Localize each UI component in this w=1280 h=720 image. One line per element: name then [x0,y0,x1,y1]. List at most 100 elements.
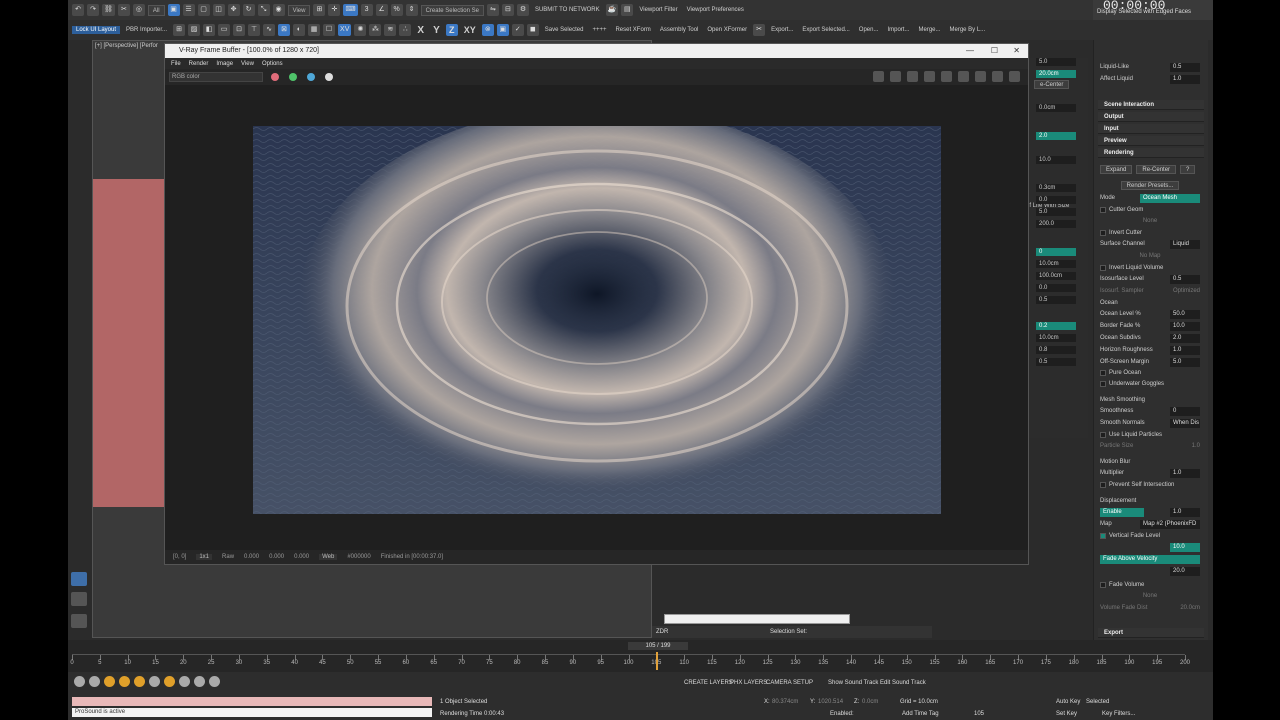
sun-icon[interactable] [119,676,130,687]
section-output[interactable]: Output [1098,112,1204,122]
light-icon[interactable] [104,676,115,687]
schematic-icon[interactable]: ⊠ [278,24,291,36]
scale-icon[interactable]: ⤡ [257,4,270,16]
material-icon[interactable]: ◧ [203,24,216,36]
set-key-button[interactable]: Set Key [1056,711,1077,717]
merge-by-button[interactable]: Merge By L... [947,27,989,33]
re-center-button[interactable]: e-Center [1034,80,1070,89]
plus-button[interactable]: ++++ [589,27,609,33]
xv-icon[interactable]: XV [338,24,352,36]
spinner-snap-icon[interactable]: ⇕ [405,4,418,16]
render-frame-icon[interactable]: ▤ [621,4,634,16]
undo-icon[interactable]: ↶ [72,4,84,16]
mid-panel-value[interactable]: 0.0 [1036,196,1076,204]
z-coordinate-field[interactable]: 0.0cm [862,699,878,705]
no-map-button[interactable]: No Map [1139,253,1160,259]
layout-tab-icon[interactable] [71,572,87,586]
section-rendering[interactable]: Rendering [1098,148,1204,158]
plant-icon[interactable] [194,676,205,687]
axis-xy-button[interactable]: XY [461,25,479,35]
mid-panel-value[interactable]: 0.8 [1036,346,1076,354]
render-frame-window-icon[interactable]: ▦ [308,24,321,36]
offscreen-margin-value[interactable]: 5.0 [1170,357,1200,367]
region-icon[interactable] [941,71,952,82]
ocean-level-value[interactable]: 50.0 [1170,309,1200,319]
pbr-importer-button[interactable]: PBR Importer... [123,27,170,33]
green-channel-icon[interactable] [289,73,297,81]
section-scene-interaction[interactable]: Scene Interaction [1098,100,1204,110]
cloner-icon[interactable]: ⁂ [369,24,382,36]
viewport-preferences-button[interactable]: Viewport Preferences [684,7,747,13]
reference-coordinate-dropdown[interactable]: View [287,4,311,16]
maxscript-listener-bar[interactable] [72,697,432,706]
menu-image[interactable]: Image [216,61,233,67]
volume-fade-dist-value[interactable]: 20.0cm [1180,605,1200,611]
particle-size-value[interactable]: 1.0 [1192,443,1200,449]
fade-volume-checkbox[interactable] [1100,582,1106,588]
select-manipulate-icon[interactable]: ✛ [328,4,341,16]
snap-icon[interactable]: 3 [360,4,373,16]
scene-explorer-icon[interactable]: ⊡ [233,24,246,36]
angle-snap-icon[interactable]: ∠ [375,4,388,16]
time-slider[interactable]: 105 / 199 [628,642,688,650]
y-coordinate-field[interactable]: 1020.514 [818,699,843,705]
minimize-icon[interactable]: — [966,44,974,58]
sky-icon[interactable] [134,676,145,687]
save-icon[interactable]: ▣ [496,24,509,36]
liquid-like-value[interactable]: 0.5 [1170,62,1200,72]
mid-panel-value[interactable]: 0.5 [1036,296,1076,304]
menu-options[interactable]: Options [262,61,283,67]
horizon-roughness-value[interactable]: 1.0 [1170,345,1200,355]
selection-popup[interactable] [664,614,850,624]
open-button[interactable]: Open... [856,27,882,33]
phx-layers-button[interactable]: PHX LAYERS [730,680,767,686]
viewport-filter-button[interactable]: Viewport Filter [636,7,680,13]
submit-to-network-button[interactable]: SUBMIT TO NETWORK [532,7,603,13]
particles-icon[interactable]: ∴ [399,24,412,36]
menu-file[interactable]: File [171,61,181,67]
layout-tab-icon[interactable] [71,592,87,606]
section-preview[interactable]: Preview [1098,136,1204,146]
mid-panel-value[interactable]: 5.0 [1036,58,1076,66]
timeline[interactable]: 105 / 199 0 5 10 15 20 25 30 35 40 45 50 55 60 65 70 75… [68,640,1213,672]
save-all-icon[interactable] [890,71,901,82]
history-icon[interactable] [907,71,918,82]
border-fade-value[interactable]: 10.0 [1170,321,1200,331]
layout-tab-icon[interactable] [71,614,87,628]
axis-z-button[interactable]: Z [445,24,458,36]
add-time-tag-button[interactable]: Add Time Tag [902,711,939,717]
zoom-dropdown[interactable]: 1x1 [196,554,213,560]
pivot-icon[interactable]: ⊞ [313,4,326,16]
viewport-label[interactable]: [+] [Perspective] [Perfor [95,43,158,49]
teapot-icon[interactable] [74,676,85,687]
enable-value[interactable]: 1.0 [1170,507,1200,517]
camera-icon[interactable] [179,676,190,687]
pin-icon[interactable]: ✂ [753,24,766,36]
use-liquid-particles-checkbox[interactable] [1100,432,1106,438]
key-selection-dropdown[interactable]: Selected [1086,699,1109,705]
render-icon[interactable] [975,71,986,82]
smooth-normals-dropdown[interactable]: When Dis [1170,418,1200,428]
rendered-image[interactable] [253,126,941,514]
vray-icon[interactable] [209,676,220,687]
mirror-icon[interactable]: ⇋ [486,4,499,16]
move-icon[interactable]: ✥ [227,4,240,16]
cutter-none-button[interactable]: None [1143,218,1157,224]
expand-button[interactable]: Expand [1100,164,1133,174]
select-by-name-icon[interactable]: ☰ [182,4,195,16]
export-selected-button[interactable]: Export Selected... [799,27,852,33]
assembly-tool-button[interactable]: Assembly Tool [657,27,702,33]
production-icon[interactable]: ☐ [323,24,336,36]
x-coordinate-field[interactable]: 80.374cm [772,699,798,705]
open-xformer-button[interactable]: Open XFormer [704,27,750,33]
bind-icon[interactable]: ◎ [132,4,145,16]
material-editor-icon[interactable]: ◐ [293,24,306,36]
hierarchy-icon[interactable]: ⊤ [248,24,261,36]
percent-snap-icon[interactable]: % [390,4,403,16]
mid-panel-value[interactable]: 0.0 [1036,284,1076,292]
pink-plane-object[interactable] [93,179,165,507]
mid-panel-value[interactable]: 2.0 [1036,132,1076,140]
helper-icon[interactable]: ✺ [354,24,367,36]
vertical-fade-checkbox[interactable] [1100,533,1106,539]
align-icon[interactable]: ⊟ [501,4,514,16]
